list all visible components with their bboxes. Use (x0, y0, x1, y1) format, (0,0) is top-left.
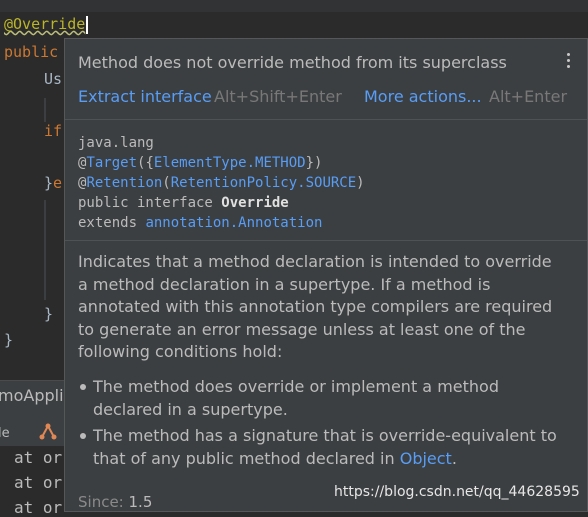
since-label: Since: (78, 493, 124, 511)
conditions-list: The method does override or implement a … (78, 376, 568, 474)
interface-keyword: public interface (78, 195, 222, 211)
bullet-icon (80, 384, 86, 390)
closing-brace: } (44, 174, 54, 192)
retention-policy-link[interactable]: RetentionPolicy.SOURCE (171, 175, 356, 191)
code-line-annotation[interactable]: @Override (4, 15, 89, 34)
popup-title: Method does not override method from its… (78, 53, 507, 72)
declaration-block: java.lang @Target({ElementType.METHOD}) … (78, 133, 365, 233)
list-item-text: . (451, 448, 457, 468)
console-line: at or (14, 448, 63, 467)
text-caret (86, 15, 89, 34)
code-line-else[interactable]: }e (44, 174, 62, 192)
element-type-link[interactable]: ElementType.METHOD (154, 155, 306, 171)
annotation-link[interactable]: annotation.Annotation (145, 215, 322, 231)
target-link[interactable]: Target (86, 155, 137, 171)
since-line: Since: 1.5 (78, 493, 152, 511)
retention-link[interactable]: Retention (86, 175, 162, 191)
list-item: The method does override or implement a … (78, 376, 568, 421)
editor-top-strip (0, 0, 588, 12)
package-name: java.lang (78, 135, 154, 151)
bullet-icon (80, 433, 86, 439)
else-keyword: e (53, 174, 63, 192)
console-line: at or (14, 498, 63, 517)
extract-interface-shortcut: Alt+Shift+Enter (214, 87, 342, 106)
list-item-text: The method has a signature that is overr… (93, 426, 557, 468)
object-link[interactable]: Object (400, 449, 452, 468)
paren: }) (305, 155, 323, 171)
run-config-name[interactable]: moAppli (0, 386, 64, 405)
extract-interface-link[interactable]: Extract interface (78, 87, 212, 106)
quick-doc-popup: Method does not override method from its… (64, 38, 588, 512)
tab-console[interactable]: le (0, 426, 10, 441)
paren: ( (162, 175, 171, 191)
extends-keyword: extends (78, 215, 146, 231)
code-line-brace-inner[interactable]: } (44, 305, 53, 323)
doc-description: Indicates that a method declaration is i… (78, 252, 553, 361)
more-actions-link[interactable]: More actions... (364, 87, 482, 106)
since-value: 1.5 (128, 493, 153, 511)
list-item: The method has a signature that is overr… (78, 425, 568, 470)
list-item-text: The method does override or implement a … (93, 377, 499, 419)
code-line-if[interactable]: if (44, 122, 62, 140)
override-annotation[interactable]: @Override (4, 15, 85, 33)
code-line-brace-outer[interactable]: } (4, 331, 13, 349)
code-line-public[interactable]: public (4, 43, 58, 61)
code-line-us[interactable]: Us (44, 70, 62, 88)
popup-divider (65, 119, 587, 120)
interface-name: Override (221, 195, 289, 211)
more-options-icon[interactable] (564, 53, 572, 71)
services-icon[interactable] (38, 422, 58, 442)
paren: ({ (137, 155, 154, 171)
more-actions-shortcut: Alt+Enter (489, 87, 568, 106)
paren: ) (356, 175, 365, 191)
watermark: https://blog.csdn.net/qq_44628595 (334, 484, 580, 500)
popup-divider (65, 240, 587, 241)
console-line: at or (14, 473, 63, 492)
indent-guide (44, 200, 46, 300)
indent-guide (44, 98, 46, 122)
